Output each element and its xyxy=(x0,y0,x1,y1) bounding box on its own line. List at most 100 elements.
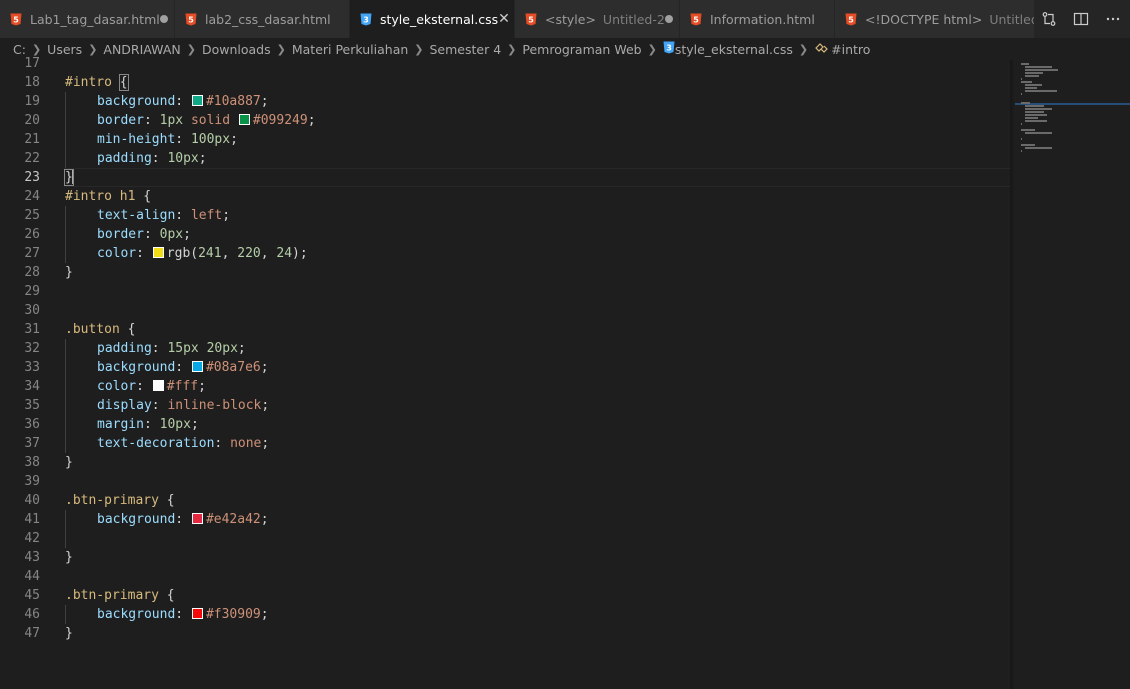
color-swatch[interactable] xyxy=(191,513,203,524)
tab-label: <!DOCTYPE html> xyxy=(865,11,983,27)
tab-3[interactable]: 5 <style> Untitled-2 xyxy=(515,0,680,38)
code-line: 24 #intro h1 { xyxy=(0,187,1010,206)
token-punc: : xyxy=(175,132,191,147)
minimap-line xyxy=(1021,81,1032,83)
minimap-line xyxy=(1021,93,1022,95)
line-content: .button { xyxy=(65,320,135,339)
color-swatch[interactable] xyxy=(191,608,203,619)
minimap-line xyxy=(1021,78,1022,80)
token-val: none xyxy=(230,436,262,451)
token-punc: } xyxy=(65,265,73,280)
indent-guide xyxy=(65,339,97,358)
line-number: 19 xyxy=(24,94,40,109)
html-file-icon: 5 xyxy=(185,13,197,26)
line-number: 29 xyxy=(24,284,40,299)
minimap[interactable] xyxy=(1015,60,1130,160)
token-punc: ); xyxy=(292,246,308,261)
line-number: 27 xyxy=(24,246,40,261)
code-line: 31 .button { xyxy=(0,320,1010,339)
token-sel: #intro h1 xyxy=(65,189,136,204)
indent-guide xyxy=(65,92,97,111)
minimap-line xyxy=(1021,144,1035,146)
code-line: 19 background: #10a887; xyxy=(0,92,1010,111)
color-swatch[interactable] xyxy=(191,95,203,106)
token-punc xyxy=(230,113,238,128)
more-actions-icon[interactable] xyxy=(1104,10,1122,28)
minimap-line xyxy=(1025,84,1042,86)
tab-subtitle: Untitled-2 xyxy=(602,11,665,27)
split-editor-icon[interactable] xyxy=(1072,10,1090,28)
token-prop: background xyxy=(97,360,176,375)
token-prop: color xyxy=(97,379,137,394)
token-punc: : xyxy=(214,436,231,451)
token-num: 10px xyxy=(167,151,199,166)
tab-5[interactable]: 5 <!DOCTYPE html> Untitled-1 xyxy=(835,0,1035,38)
indent-guide xyxy=(65,130,97,149)
svg-text:3: 3 xyxy=(363,15,369,24)
code-line: 36 margin: 10px; xyxy=(0,415,1010,434)
code-line: 28} xyxy=(0,263,1010,282)
html-file-icon: 5 xyxy=(845,13,857,26)
tab-bar: 5 Lab1_tag_dasar.html 5 lab2_css_dasar.html… xyxy=(0,0,1130,38)
token-val: solid xyxy=(190,113,231,128)
token-prop: border xyxy=(97,113,144,128)
minimap-line xyxy=(1021,150,1022,152)
color-swatch[interactable] xyxy=(238,114,250,125)
token-punc: : xyxy=(175,208,191,223)
minimap-line xyxy=(1021,63,1029,65)
color-swatch[interactable] xyxy=(191,361,203,372)
line-content: } xyxy=(65,453,73,472)
line-number: 21 xyxy=(24,132,40,147)
tab-1[interactable]: 5 lab2_css_dasar.html xyxy=(175,0,350,38)
code-line: 45 .btn-primary { xyxy=(0,586,1010,605)
token-punc: : xyxy=(175,94,191,109)
line-content: } xyxy=(64,168,74,187)
token-num: 100px xyxy=(190,132,231,147)
token-punc: : xyxy=(143,417,160,432)
tab-2[interactable]: 3 style_eksternal.css ✕ xyxy=(350,0,515,38)
token-val: left xyxy=(190,208,223,223)
line-number: 22 xyxy=(24,151,40,166)
line-content: background: #e42a42; xyxy=(65,510,269,529)
token-punc: ; xyxy=(230,132,238,147)
token-punc: ; xyxy=(183,227,191,242)
token-punc: { xyxy=(135,189,152,204)
color-swatch[interactable] xyxy=(152,247,164,258)
token-num: 10px xyxy=(159,417,191,432)
token-punc: { xyxy=(158,493,175,508)
token-punc: ; xyxy=(198,379,206,394)
token-sel: .button xyxy=(65,322,120,337)
code-line: 22 padding: 10px; xyxy=(0,149,1010,168)
token-punc: : xyxy=(175,360,191,375)
token-punc: , xyxy=(221,246,238,261)
minimap-line xyxy=(1025,72,1043,74)
minimap-line xyxy=(1025,87,1037,89)
line-number: 40 xyxy=(24,493,40,508)
svg-text:3: 3 xyxy=(666,44,672,53)
token-punc: : xyxy=(143,227,160,242)
line-content: } xyxy=(65,263,73,282)
minimap-line xyxy=(1025,66,1052,68)
compare-changes-icon[interactable] xyxy=(1040,10,1058,28)
token-punc: } xyxy=(65,455,73,470)
line-number: 36 xyxy=(24,417,40,432)
indent-guide xyxy=(65,206,97,225)
line-number: 39 xyxy=(24,474,40,489)
code-line: 42 xyxy=(0,529,1010,548)
token-punc: ; xyxy=(260,607,269,622)
token-brace-match: { xyxy=(118,74,129,91)
token-punc: : xyxy=(136,379,152,394)
color-swatch[interactable] xyxy=(152,380,164,391)
close-icon[interactable]: ✕ xyxy=(498,11,510,27)
tab-4[interactable]: 5 Information.html xyxy=(680,0,835,38)
code-line: 30 xyxy=(0,301,1010,320)
line-number: 35 xyxy=(24,398,40,413)
svg-text:5: 5 xyxy=(528,15,534,24)
token-punc: ; xyxy=(190,417,199,432)
code-line: 37 text-decoration: none; xyxy=(0,434,1010,453)
tab-0[interactable]: 5 Lab1_tag_dasar.html xyxy=(0,0,175,38)
line-content: .btn-primary { xyxy=(65,586,175,605)
token-punc: ; xyxy=(198,151,207,166)
token-punc xyxy=(112,75,120,90)
code-editor[interactable]: 17 18 #intro {19 background: #10a887; 20 bord… xyxy=(0,56,1130,689)
